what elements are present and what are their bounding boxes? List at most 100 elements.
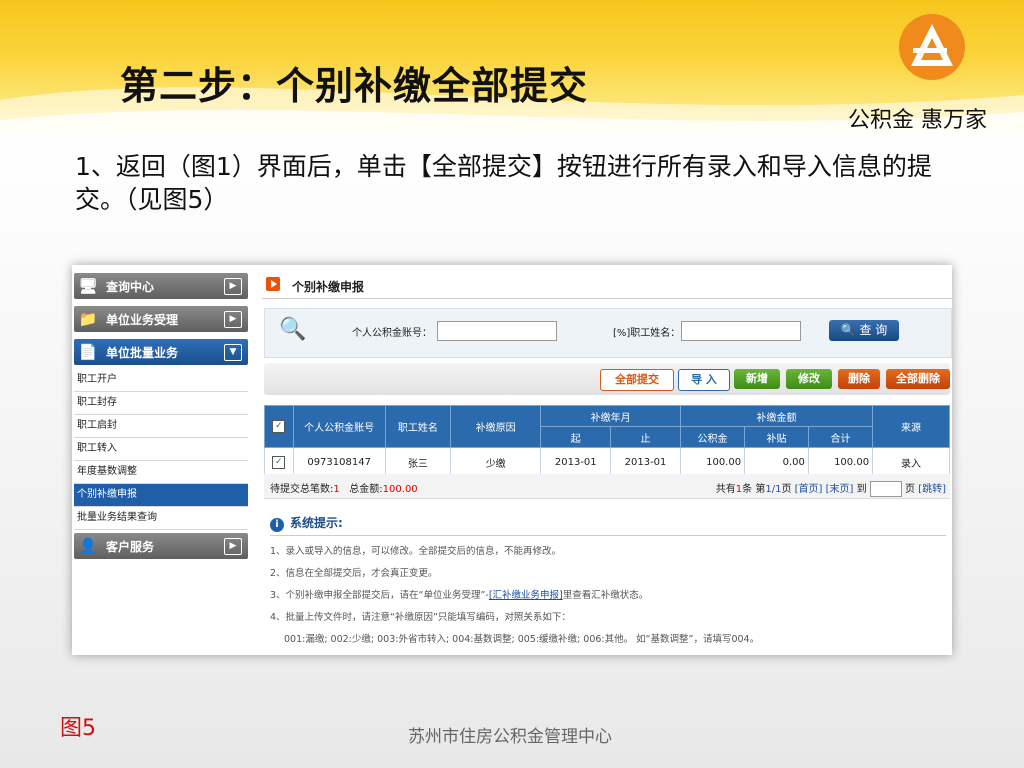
sidebar-item-label: 查询中心 <box>106 280 155 294</box>
pager-page-word: 页 <box>781 484 792 495</box>
col-end: 止 <box>610 426 681 448</box>
supplement-status-link[interactable]: [汇补缴业务申报] <box>489 590 563 601</box>
slide-title: 第二步：个别补缴全部提交 <box>120 64 589 108</box>
sub-item-individual-supplement[interactable]: 个别补缴申报 <box>74 484 248 507</box>
tip-line-1: 1、录入或导入的信息，可以修改。全部提交后的信息，不能再修改。 <box>270 546 562 557</box>
summary-left: 待提交总笔数:1 总金额:100.00 <box>270 480 418 495</box>
magnifier-icon: 🔍 <box>279 317 307 342</box>
delete-button[interactable]: 删除 <box>838 369 880 389</box>
sub-item-batch-result[interactable]: 批量业务结果查询 <box>74 507 248 530</box>
supplement-table: ✓ 个人公积金账号 职工姓名 补缴原因 补缴年月 补缴金额 来源 起 止 公积金… <box>264 405 950 477</box>
tip-line-2: 2、信息在全部提交后，才会真正变更。 <box>270 568 438 579</box>
tips-header: i 系统提示: <box>270 514 343 532</box>
page-number-input[interactable] <box>869 481 902 497</box>
tip-line-3-suffix: 里查看汇补缴状态。 <box>562 590 649 601</box>
sidebar-item-unit-business[interactable]: 📁 单位业务受理 ▶ <box>74 306 248 332</box>
cell-account: 0973108147 <box>292 447 386 477</box>
col-subsidy: 补贴 <box>744 426 809 448</box>
pager-mid: 条 第 <box>742 484 766 495</box>
tip-line-3-prefix: 3、个别补缴申报全部提交后，请在“单位业务受理”- <box>270 590 489 601</box>
col-reason: 补缴原因 <box>449 405 542 448</box>
pager: 共有1条 第1/1页 [首页] [末页] 到 页 [跳转] <box>716 480 946 497</box>
panel-title: 个别补缴申报 <box>292 280 365 294</box>
select-all-header[interactable]: ✓ <box>264 405 294 448</box>
tip-code-list: 001:漏缴; 002:少缴; 003:外省市转入; 004:基数调整; 005… <box>284 634 760 645</box>
action-toolbar: 全部提交 导 入 新增 修改 删除 全部删除 <box>264 363 950 395</box>
main-panel: 个别补缴申报 🔍 个人公积金账号： [%]职工姓名： 🔍 查 询 全部提交 导 … <box>262 265 952 655</box>
col-source: 来源 <box>872 405 950 448</box>
last-page-link[interactable]: [末页] <box>826 484 854 495</box>
instruction-paragraph: 1、返回（图1）界面后，单击【全部提交】按钮进行所有录入和导入信息的提交。（见图… <box>75 152 932 214</box>
cell-reason: 少缴 <box>449 447 542 477</box>
sidebar-item-label: 单位批量业务 <box>106 346 179 360</box>
sidebar-item-customer-service[interactable]: 👤 客户服务 ▶ <box>74 533 248 559</box>
query-button[interactable]: 🔍 查 询 <box>829 320 899 341</box>
system-tips: i 系统提示: 1、录入或导入的信息，可以修改。全部提交后的信息，不能再修改。 2… <box>264 509 950 653</box>
sub-item-unseal[interactable]: 职工启封 <box>74 415 248 438</box>
sub-item-open-account[interactable]: 职工开户 <box>74 369 248 392</box>
sidebar-item-label: 客户服务 <box>106 540 155 554</box>
col-account: 个人公积金账号 <box>292 405 386 448</box>
expand-arrow-icon: ▶ <box>224 311 242 328</box>
add-button[interactable]: 新增 <box>734 369 780 389</box>
person-icon: 👤 <box>78 537 98 555</box>
account-label: 个人公积金账号： <box>352 328 432 339</box>
expand-arrow-icon: ▶ <box>224 278 242 295</box>
info-icon: i <box>270 518 284 532</box>
cell-start: 2013-01 <box>540 447 612 477</box>
monitor-icon: 🖥 <box>78 277 98 295</box>
select-all-checkbox[interactable]: ✓ <box>272 420 286 433</box>
page-label: 页 <box>905 484 915 495</box>
expand-arrow-icon: ▶ <box>224 538 242 555</box>
panel-header: 个别补缴申报 <box>262 272 952 299</box>
submit-all-button[interactable]: 全部提交 <box>600 369 674 391</box>
table-row[interactable]: ✓ 0973108147 张三 少缴 2013-01 2013-01 100.0… <box>264 447 950 477</box>
total-amount: 100.00 <box>382 484 418 495</box>
sub-item-seal[interactable]: 职工封存 <box>74 392 248 415</box>
sub-item-base-adjust[interactable]: 年度基数调整 <box>74 461 248 484</box>
folder-icon: 📁 <box>78 310 98 328</box>
tip-line-3: 3、个别补缴申报全部提交后，请在“单位业务受理”-[汇补缴业务申报]里查看汇补缴… <box>270 587 648 601</box>
query-button-label: 查 询 <box>859 323 888 337</box>
collapse-arrow-icon: ▼ <box>224 344 242 361</box>
cell-total: 100.00 <box>807 447 874 477</box>
pending-count: 1 <box>333 484 340 495</box>
play-icon <box>266 277 280 291</box>
account-input[interactable] <box>437 321 557 341</box>
col-period: 补缴年月 <box>540 405 681 427</box>
edit-button[interactable]: 修改 <box>786 369 832 389</box>
document-icon: 📄 <box>78 343 98 361</box>
sub-item-transfer-in[interactable]: 职工转入 <box>74 438 248 461</box>
name-input[interactable] <box>681 321 801 341</box>
name-label: [%]职工姓名： <box>613 328 681 339</box>
slogan: 公积金 惠万家 <box>848 108 987 133</box>
row-checkbox[interactable]: ✓ <box>272 455 286 469</box>
tip-line-4: 4、批量上传文件时，请注意“补缴原因”只能填写编码，对照关系如下： <box>270 612 571 623</box>
col-fund: 公积金 <box>679 426 746 448</box>
goto-label: 到 <box>856 484 867 495</box>
cell-subsidy: 0.00 <box>744 447 809 477</box>
screenshot-window: 🖥 查询中心 ▶ 📁 单位业务受理 ▶ 📄 单位批量业务 ▼ 职工开户 职工封存… <box>72 265 952 655</box>
row-select-cell[interactable]: ✓ <box>264 447 294 477</box>
sidebar-item-query-center[interactable]: 🖥 查询中心 ▶ <box>74 273 248 299</box>
figure-label: 图5 <box>60 716 96 741</box>
tips-title: 系统提示: <box>290 516 343 530</box>
col-start: 起 <box>540 426 612 448</box>
total-label: 总金额: <box>349 484 383 495</box>
col-total: 合计 <box>807 426 874 448</box>
jump-link[interactable]: [跳转] <box>918 484 946 495</box>
col-amount: 补缴金额 <box>679 405 874 427</box>
sidebar: 🖥 查询中心 ▶ 📁 单位业务受理 ▶ 📄 单位批量业务 ▼ 职工开户 职工封存… <box>72 265 250 655</box>
first-page-link[interactable]: [首页] <box>795 484 823 495</box>
slide-footer: 苏州市住房公积金管理中心 <box>408 727 612 747</box>
delete-all-button[interactable]: 全部删除 <box>886 369 950 389</box>
cell-end: 2013-01 <box>610 447 681 477</box>
page-indicator: 1/1 <box>765 484 782 495</box>
sidebar-item-batch-business[interactable]: 📄 单位批量业务 ▼ <box>74 339 248 365</box>
sidebar-item-label: 单位业务受理 <box>106 313 179 327</box>
cell-source: 录入 <box>872 447 950 477</box>
search-bar: 🔍 个人公积金账号： [%]职工姓名： 🔍 查 询 <box>264 308 952 358</box>
pager-prefix: 共有 <box>715 484 736 495</box>
import-button[interactable]: 导 入 <box>678 369 730 391</box>
summary-bar: 待提交总笔数:1 总金额:100.00 共有1条 第1/1页 [首页] [末页]… <box>264 474 950 499</box>
